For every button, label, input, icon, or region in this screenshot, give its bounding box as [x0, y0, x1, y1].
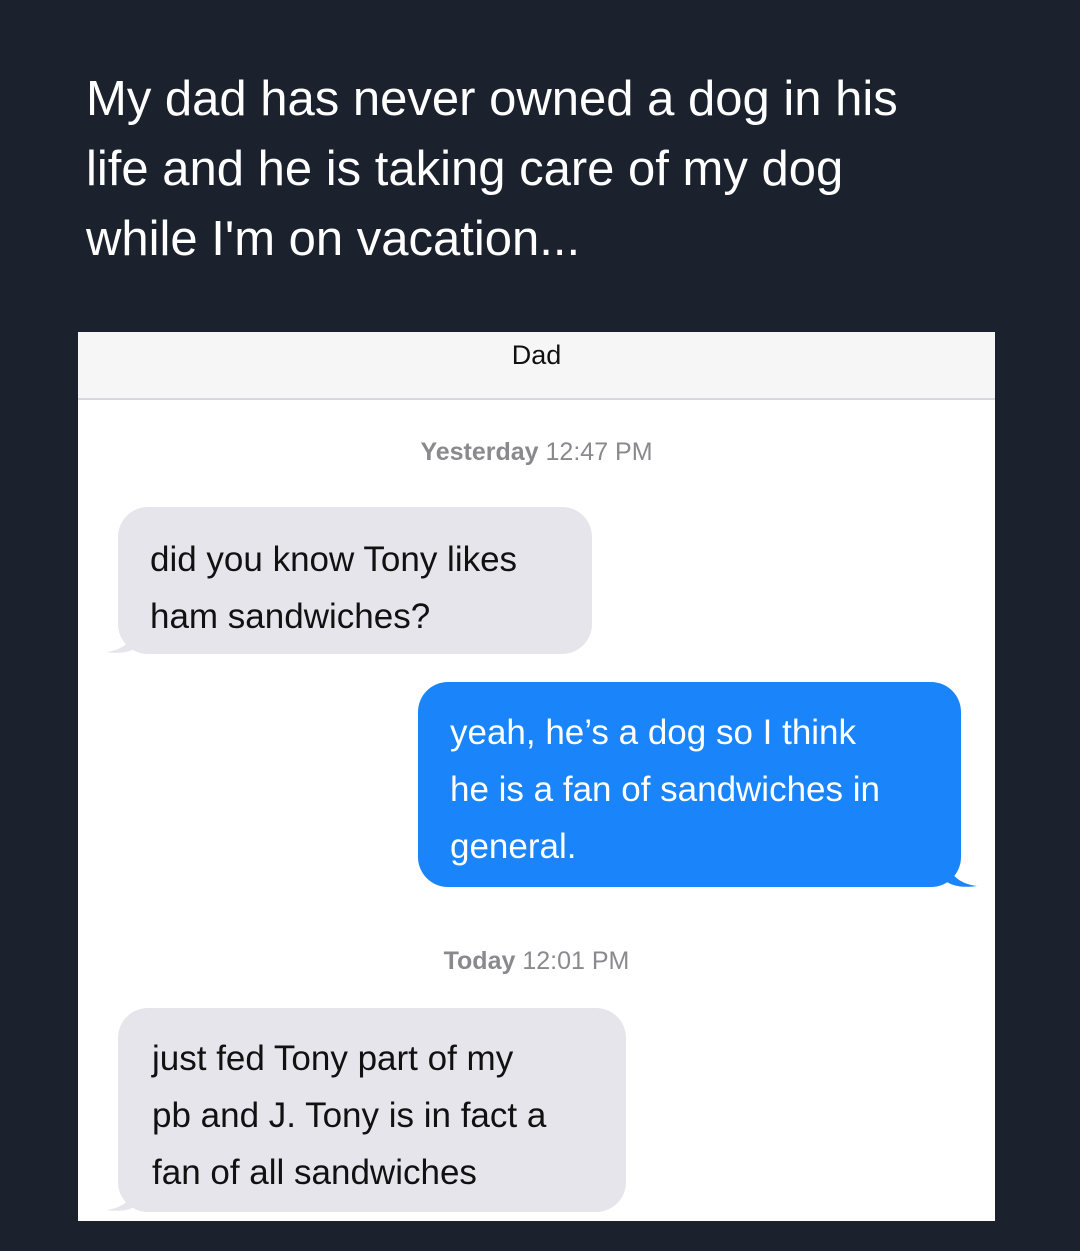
timestamp-time: 12:47 PM	[545, 438, 653, 466]
message-bubble-outgoing[interactable]: yeah, he’s a dog so I think he is a fan …	[418, 682, 961, 887]
messages-screenshot: Dad Yesterday 12:47 PM did you know Tony…	[78, 332, 995, 1221]
message-bubble-incoming[interactable]: just fed Tony part of my pb and J. Tony …	[118, 1008, 626, 1212]
timestamp-day: Today	[443, 947, 516, 975]
timestamp-yesterday: Yesterday 12:47 PM	[78, 438, 995, 467]
conversation-header: Dad	[78, 332, 995, 400]
timestamp-today: Today 12:01 PM	[78, 947, 995, 976]
post-caption: My dad has never owned a dog in his life…	[86, 72, 898, 266]
timestamp-time: 12:01 PM	[522, 947, 630, 975]
contact-name[interactable]: Dad	[512, 340, 562, 371]
message-bubble-incoming[interactable]: did you know Tony likes ham sandwiches?	[118, 507, 592, 654]
timestamp-day: Yesterday	[420, 438, 539, 466]
